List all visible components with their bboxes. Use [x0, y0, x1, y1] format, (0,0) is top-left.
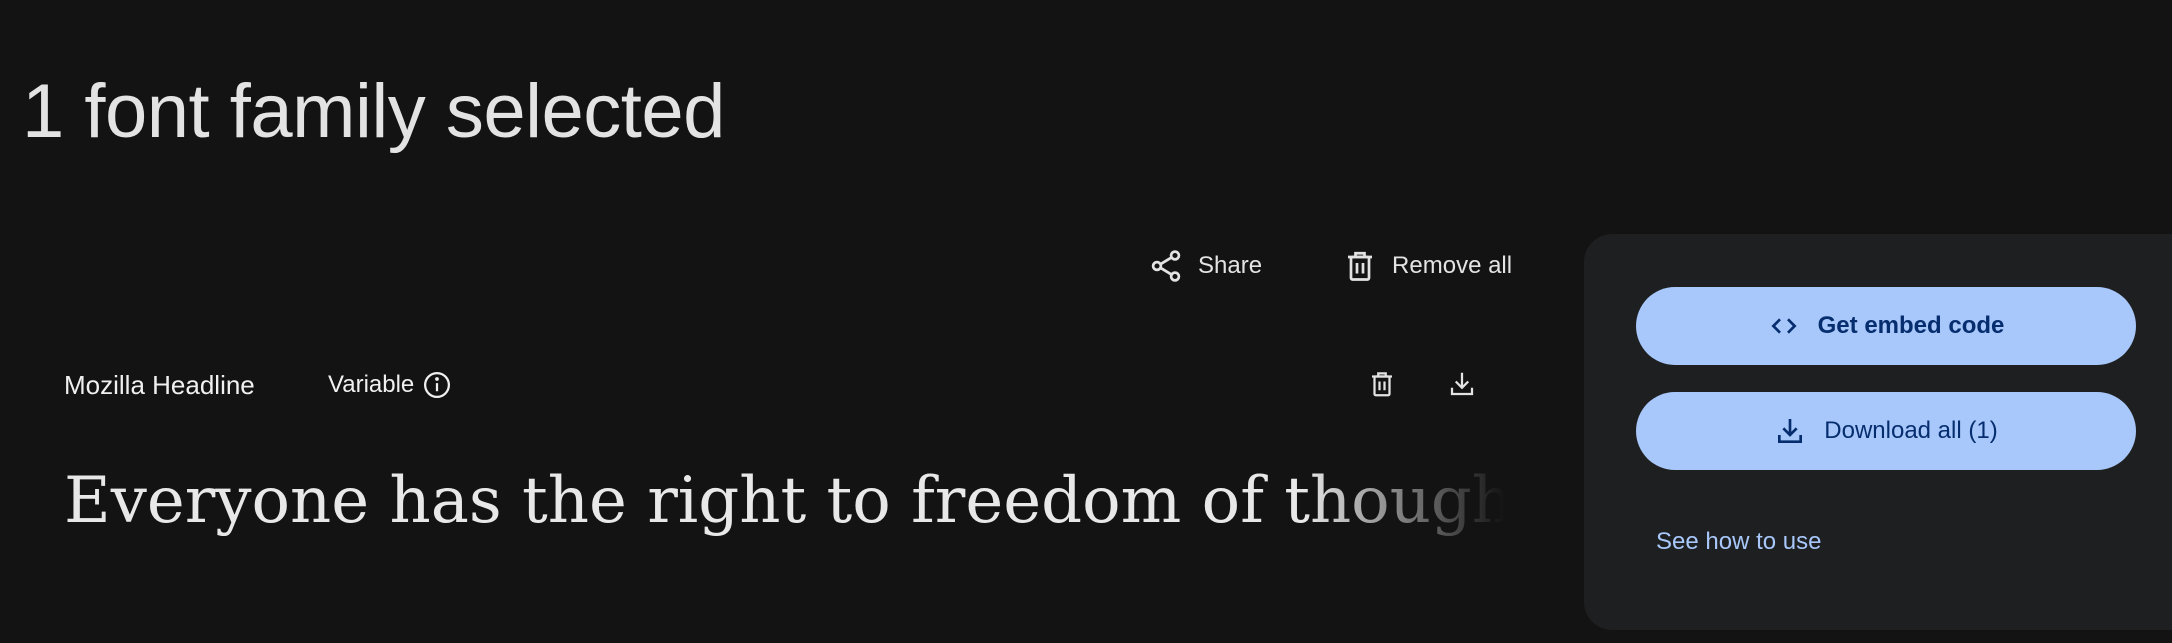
- selected-families-page: 1 font family selected Share Remove all: [0, 0, 2172, 643]
- font-preview: Everyone has the right to freedom of tho…: [64, 456, 1504, 546]
- share-button[interactable]: Share: [1140, 240, 1270, 292]
- download-family-button[interactable]: [1444, 366, 1480, 402]
- get-embed-code-button[interactable]: Get embed code: [1636, 287, 2136, 365]
- download-icon: [1778, 419, 1803, 443]
- font-family-name: Mozilla Headline: [64, 370, 255, 400]
- download-all-label: Download all (1): [1824, 417, 1998, 444]
- download-all-button[interactable]: Download all (1): [1636, 392, 2136, 470]
- get-embed-code-label: Get embed code: [1817, 312, 2005, 339]
- download-icon: [1450, 372, 1474, 396]
- preview-text: Everyone has the right to freedom of tho…: [64, 464, 1504, 538]
- share-label: Share: [1198, 252, 1263, 279]
- code-icon: [1771, 318, 1797, 334]
- info-icon[interactable]: [422, 370, 452, 400]
- remove-family-button[interactable]: [1364, 366, 1400, 402]
- see-how-to-use-link[interactable]: See how to use: [1656, 528, 1821, 556]
- font-family-row: Mozilla Headline Variable: [64, 360, 1484, 416]
- remove-all-button[interactable]: Remove all: [1334, 240, 1520, 292]
- preview-fade: [1304, 456, 1504, 546]
- variable-badge: Variable: [328, 370, 452, 400]
- page-title: 1 font family selected: [22, 69, 725, 154]
- trash-icon: [1348, 251, 1373, 281]
- remove-all-label: Remove all: [1392, 252, 1513, 279]
- variable-label: Variable: [328, 371, 415, 398]
- selection-toolbar: Share Remove all: [1140, 240, 1520, 292]
- share-icon: [1151, 250, 1181, 282]
- selection-side-panel: Get embed code Download all (1) See how …: [1584, 234, 2172, 630]
- trash-icon: [1372, 372, 1392, 397]
